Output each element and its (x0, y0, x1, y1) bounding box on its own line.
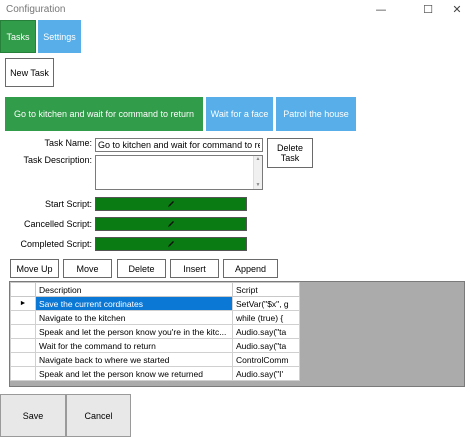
steps-grid[interactable]: Description Script ► Save the current co… (9, 281, 465, 387)
description-cell[interactable]: Wait for the command to return (35, 338, 233, 353)
start-script-button[interactable] (95, 197, 247, 211)
description-cell[interactable]: Navigate back to where we started (35, 352, 233, 367)
table-row[interactable]: ► Save the current cordinates SetVar("$x… (10, 296, 300, 311)
pencil-icon (168, 241, 174, 247)
delete-task-button[interactable]: Delete Task (267, 138, 313, 168)
task-description-label: Task Description: (23, 155, 92, 165)
row-indicator-icon: ► (10, 296, 36, 311)
table-row[interactable]: Navigate to the kitchen while (true) { (10, 310, 300, 325)
table-row[interactable]: Navigate back to where we started Contro… (10, 352, 300, 367)
task-tab-wait-face[interactable]: Wait for a face (206, 97, 273, 131)
start-script-label: Start Script: (44, 199, 92, 209)
task-name-input[interactable] (95, 138, 263, 152)
script-cell[interactable]: ControlComm (232, 352, 300, 367)
move-button[interactable]: Move (63, 259, 112, 278)
pencil-icon (168, 201, 174, 207)
row-header[interactable] (10, 310, 36, 325)
move-up-button[interactable]: Move Up (10, 259, 59, 278)
window-title: Configuration (6, 4, 66, 15)
title-bar: Configuration — ☐ ✕ (0, 0, 474, 20)
description-cell[interactable]: Speak and let the person know you're in … (35, 324, 233, 339)
pencil-icon (168, 221, 174, 227)
description-cell[interactable]: Navigate to the kitchen (35, 310, 233, 325)
script-cell[interactable]: Audio.say("ta (232, 324, 300, 339)
task-description-textarea[interactable]: ▲ ▼ (95, 155, 263, 190)
cancel-button[interactable]: Cancel (66, 394, 131, 437)
script-cell[interactable]: Audio.say("ta (232, 338, 300, 353)
cancelled-script-label: Cancelled Script: (23, 219, 92, 229)
insert-button[interactable]: Insert (170, 259, 219, 278)
row-header-corner (10, 282, 36, 297)
row-header[interactable] (10, 352, 36, 367)
scroll-up-icon[interactable]: ▲ (254, 156, 262, 163)
task-name-label: Task Name: (44, 138, 92, 148)
table-row[interactable]: Wait for the command to return Audio.say… (10, 338, 300, 353)
table-row[interactable]: Speak and let the person know we returne… (10, 366, 300, 381)
scroll-down-icon[interactable]: ▼ (254, 182, 262, 189)
close-icon[interactable]: ✕ (440, 0, 474, 20)
cancelled-script-button[interactable] (95, 217, 247, 231)
completed-script-button[interactable] (95, 237, 247, 251)
save-button[interactable]: Save (0, 394, 66, 437)
tab-settings[interactable]: Settings (38, 20, 81, 53)
script-cell[interactable]: Audio.say("I' (232, 366, 300, 381)
row-header[interactable] (10, 366, 36, 381)
task-tab-kitchen[interactable]: Go to kitchen and wait for command to re… (5, 97, 203, 131)
row-header[interactable] (10, 324, 36, 339)
delete-button[interactable]: Delete (117, 259, 166, 278)
table-row[interactable]: Speak and let the person know you're in … (10, 324, 300, 339)
grid-header-row: Description Script (10, 282, 300, 297)
column-header-description[interactable]: Description (35, 282, 233, 297)
tab-tasks[interactable]: Tasks (0, 20, 36, 53)
new-task-button[interactable]: New Task (5, 58, 54, 87)
completed-script-label: Completed Script: (20, 239, 92, 249)
script-cell[interactable]: while (true) { (232, 310, 300, 325)
column-header-script[interactable]: Script (232, 282, 300, 297)
task-tab-patrol[interactable]: Patrol the house (276, 97, 356, 131)
description-cell[interactable]: Speak and let the person know we returne… (35, 366, 233, 381)
append-button[interactable]: Append (223, 259, 278, 278)
description-scrollbar[interactable]: ▲ ▼ (253, 156, 262, 189)
row-header[interactable] (10, 338, 36, 353)
script-cell[interactable]: SetVar("$x", g (232, 296, 300, 311)
description-cell[interactable]: Save the current cordinates (35, 296, 233, 311)
minimize-icon[interactable]: — (364, 0, 398, 20)
